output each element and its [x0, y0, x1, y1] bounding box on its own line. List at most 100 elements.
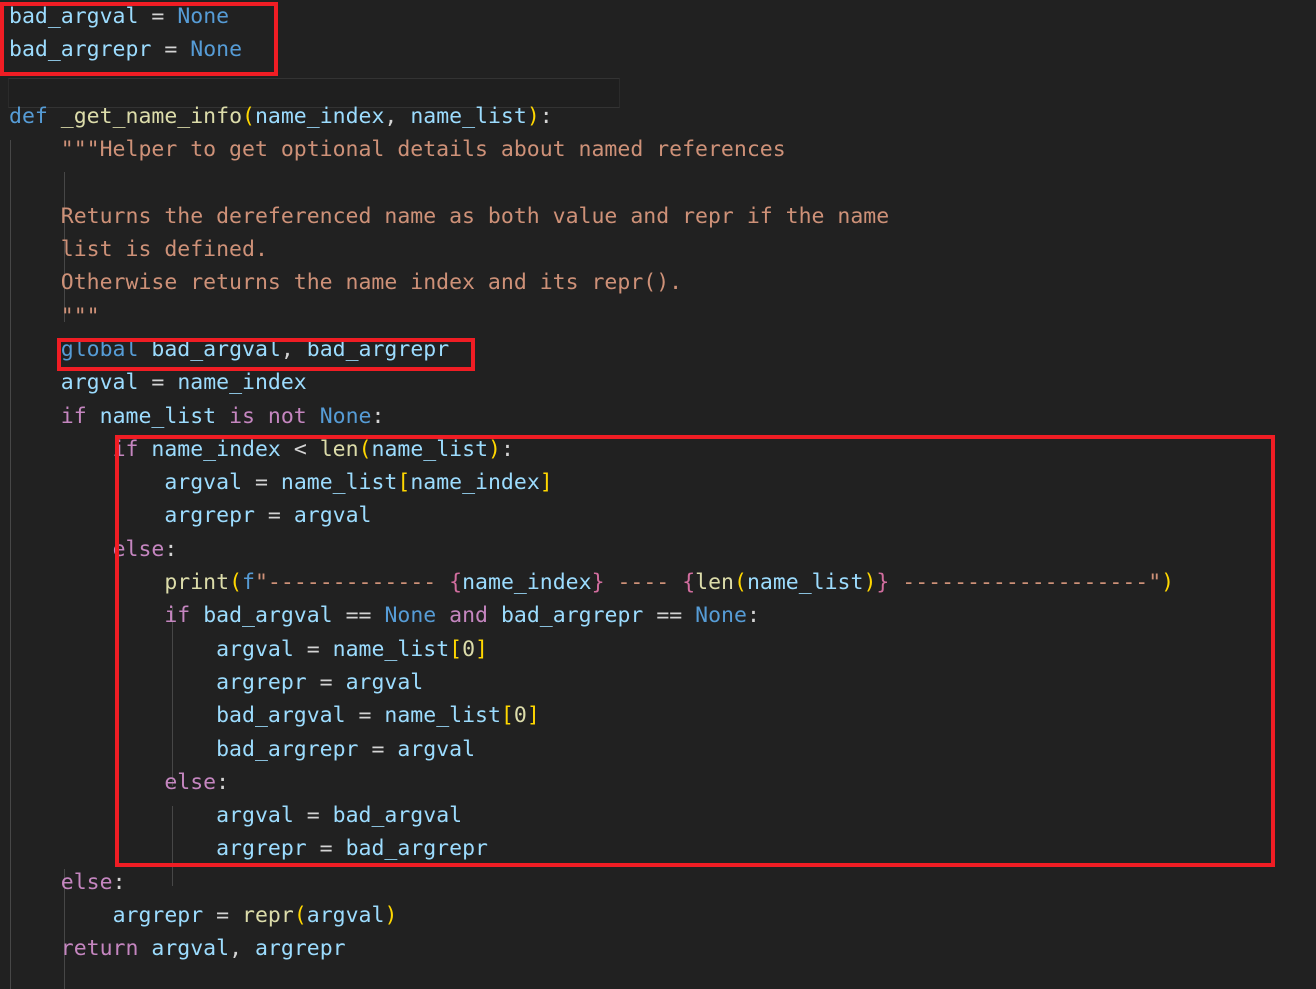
code-token: = — [151, 4, 165, 29]
code-line[interactable]: if name_index < len(name_list): — [0, 433, 1316, 466]
code-line[interactable]: Returns the dereferenced name as both va… — [0, 200, 1316, 233]
code-token: ] — [526, 703, 540, 729]
code-line[interactable]: argval = name_list[name_index] — [0, 466, 1316, 499]
code-line[interactable]: print(f"------------- {name_index} ---- … — [0, 566, 1316, 599]
code-line[interactable]: argrepr = argval — [0, 499, 1316, 532]
code-editor[interactable]: bad_argval = None bad_argrepr = None def … — [0, 0, 1316, 989]
code-content[interactable]: bad_argval = None bad_argrepr = None def … — [0, 0, 1316, 966]
code-token: = — [151, 370, 165, 396]
code-line[interactable]: """Helper to get optional details about … — [0, 133, 1316, 166]
code-line[interactable] — [0, 166, 1316, 199]
code-token: } — [876, 570, 890, 596]
code-token: : — [371, 403, 385, 429]
code-token: Otherwise returns the name index and its… — [9, 270, 683, 296]
code-token: argrepr — [112, 903, 204, 929]
code-token: ] — [475, 636, 488, 662]
code-token: None — [695, 603, 747, 629]
code-token: argrepr — [254, 936, 346, 962]
code-line[interactable]: Otherwise returns the name index and its… — [0, 266, 1316, 299]
code-line[interactable]: argrepr = bad_argrepr — [0, 832, 1316, 865]
code-token: = — [164, 37, 178, 63]
code-token: bad_argrepr — [216, 736, 359, 762]
code-token: bad_argrepr — [306, 336, 450, 362]
code-line[interactable]: bad_argval = None — [0, 0, 1316, 33]
code-token: : — [539, 103, 553, 129]
code-token: else — [164, 769, 217, 795]
code-token: name_list — [371, 436, 489, 462]
code-line[interactable]: if bad_argval == None and bad_argrepr ==… — [0, 599, 1316, 632]
code-token: = — [319, 836, 333, 862]
code-token: None — [319, 403, 372, 429]
code-line[interactable]: bad_argrepr = None — [0, 33, 1316, 66]
code-line[interactable]: else: — [0, 533, 1316, 566]
code-token: name_list — [384, 703, 501, 729]
code-line[interactable]: argval = name_list[0] — [0, 633, 1316, 666]
code-token: = — [254, 470, 268, 496]
code-line[interactable]: global bad_argval, bad_argrepr — [0, 333, 1316, 366]
code-token: , — [384, 103, 398, 129]
code-token: len — [695, 570, 734, 596]
code-line[interactable] — [0, 67, 1316, 100]
code-token: is — [229, 403, 255, 429]
code-token: name_index — [410, 470, 540, 496]
code-line[interactable]: bad_argval = name_list[0] — [0, 699, 1316, 732]
code-token: if — [112, 436, 139, 462]
code-token: def — [9, 103, 48, 129]
code-line[interactable]: return argval, argrepr — [0, 932, 1316, 965]
code-token: _get_name_info — [60, 103, 243, 129]
code-line[interactable]: bad_argrepr = argval — [0, 733, 1316, 766]
code-line[interactable]: def _get_name_info(name_index, name_list… — [0, 100, 1316, 133]
code-line[interactable]: argrepr = argval — [0, 666, 1316, 699]
code-token: len — [319, 436, 359, 462]
code-token: Returns the dereferenced name as both va… — [9, 203, 890, 229]
code-token: ---- — [604, 570, 683, 596]
code-token: : — [746, 603, 760, 629]
code-token: ) — [488, 436, 501, 462]
code-token: 0 — [462, 636, 476, 662]
code-token: argval — [397, 736, 476, 762]
code-token: list is defined. — [9, 237, 268, 263]
code-token: { — [682, 570, 696, 596]
code-line[interactable]: argval = name_index — [0, 366, 1316, 399]
code-line[interactable]: else: — [0, 866, 1316, 899]
code-token: """ — [9, 303, 100, 329]
code-token: , — [280, 336, 294, 362]
code-token: bad_argrepr — [500, 603, 644, 629]
code-line[interactable]: if name_list is not None: — [0, 400, 1316, 433]
code-token: bad_argrepr — [345, 836, 488, 862]
code-line[interactable]: argval = bad_argval — [0, 799, 1316, 832]
code-line[interactable]: else: — [0, 766, 1316, 799]
code-line[interactable]: list is defined. — [0, 233, 1316, 266]
code-token: None — [177, 4, 230, 29]
code-line[interactable]: """ — [0, 300, 1316, 333]
code-line[interactable]: argrepr = repr(argval) — [0, 899, 1316, 932]
code-token: else — [112, 536, 165, 562]
